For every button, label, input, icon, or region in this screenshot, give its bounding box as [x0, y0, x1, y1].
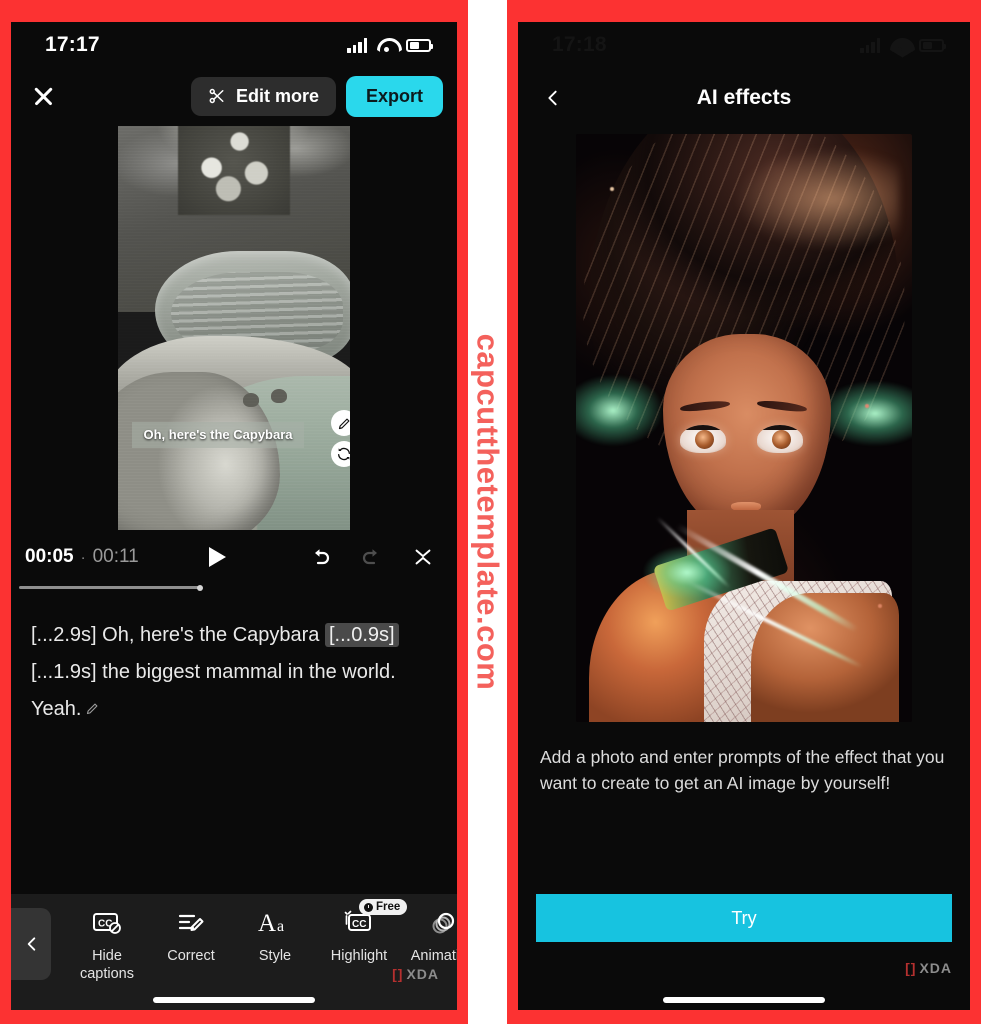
scissors-icon	[209, 88, 224, 104]
redo-icon	[362, 549, 377, 565]
video-preview-area: Oh, here's the Capybara	[11, 124, 457, 536]
right-phone-frame: 17:18 AI effects Add a photo and enter p…	[507, 0, 981, 1024]
tool-highlight[interactable]: Free CC Highlight	[317, 899, 408, 965]
capybara-video-frame-image	[118, 126, 350, 530]
status-clock: 17:17	[45, 33, 100, 56]
time-separator: ·	[80, 548, 86, 566]
transcript-ts-1: [...2.9s]	[31, 624, 97, 646]
xda-bracket: []	[905, 960, 917, 976]
refresh-icon	[338, 447, 350, 461]
transcript-text-2: the biggest mammal in the world.	[102, 661, 396, 683]
ai-effects-header: AI effects	[518, 68, 970, 128]
play-icon[interactable]	[208, 547, 226, 567]
xda-label: XDA	[919, 960, 952, 976]
video-frame[interactable]: Oh, here's the Capybara	[118, 126, 350, 530]
clock-icon	[364, 902, 373, 912]
tool-label-line-1: Hide	[92, 948, 122, 964]
xda-watermark: [] XDA	[392, 966, 439, 982]
caption-toolbar: CC Hide captions Correct A a Style Free …	[11, 894, 457, 1010]
video-caption-overlay[interactable]: Oh, here's the Capybara	[132, 422, 304, 448]
pencil-icon	[338, 418, 349, 429]
caption-tool-buttons	[331, 410, 350, 467]
edit-more-label: Edit more	[235, 85, 319, 106]
tool-label: Correct	[167, 948, 215, 964]
battery-icon	[406, 38, 433, 52]
page-title: AI effects	[696, 86, 792, 109]
player-controls: 00:05 · 00:11	[11, 536, 457, 578]
tool-label: Hide captions	[80, 947, 134, 983]
svg-text:a: a	[277, 918, 284, 935]
transcript-line-2: [...1.9s] the biggest mammal in the worl…	[31, 654, 439, 691]
tool-animation[interactable]: Animation	[401, 908, 457, 965]
chevron-left-icon	[547, 90, 557, 106]
toolbar-back-button[interactable]	[11, 908, 51, 980]
xda-bracket: []	[392, 966, 404, 982]
tool-label: Animation	[410, 948, 457, 964]
free-badge-label: Free	[376, 901, 401, 913]
cellular-signal-icon	[860, 37, 880, 53]
animation-rings-icon	[427, 908, 457, 938]
left-phone-frame: 17:17 Edit more Export Oh, here's the Ca…	[0, 0, 468, 1024]
transcript-line-1: [...2.9s] Oh, here's the Capybara [...0.…	[31, 617, 439, 654]
xda-label: XDA	[406, 966, 439, 982]
svg-text:A: A	[258, 910, 276, 936]
scrubber-handle[interactable]	[197, 584, 204, 591]
battery-icon	[919, 38, 946, 52]
tool-label: Highlight	[330, 948, 388, 964]
transcript-text-3: Yeah.	[31, 698, 82, 720]
cellular-signal-icon	[347, 37, 367, 53]
correct-edit-icon	[177, 908, 205, 938]
transcript-text-1: Oh, here's the Capybara	[102, 624, 320, 646]
ai-effect-preview-area	[518, 128, 970, 722]
site-watermark: capcutthetemplate.com	[468, 0, 507, 1024]
wifi-icon	[890, 38, 909, 52]
home-indicator	[663, 997, 825, 1003]
transcript-ts-2: [...1.9s]	[31, 661, 97, 683]
left-status-bar: 17:17	[11, 22, 457, 68]
tool-label-line-2: captions	[79, 966, 134, 983]
tool-hide-captions[interactable]: CC Hide captions	[65, 908, 149, 983]
left-top-action-bar: Edit more Export	[11, 68, 457, 124]
chevron-left-icon	[27, 937, 35, 951]
total-time: 00:11	[92, 546, 139, 567]
edit-more-button[interactable]: Edit more	[190, 76, 336, 116]
right-status-bar: 17:18	[518, 22, 970, 68]
ai-effects-description: Add a photo and enter prompts of the eff…	[540, 747, 945, 794]
video-caption-text: Oh, here's the Capybara	[143, 427, 293, 442]
svg-text:CC: CC	[352, 919, 366, 930]
wifi-icon	[377, 38, 396, 52]
home-indicator	[153, 997, 315, 1003]
left-phone-screen: 17:17 Edit more Export Oh, here's the Ca…	[11, 22, 457, 1010]
current-time: 00:05	[25, 546, 74, 567]
status-icons	[347, 37, 433, 53]
undo-icon[interactable]	[307, 545, 333, 569]
transcript-chip-1[interactable]: [...0.9s]	[325, 623, 399, 647]
status-icons	[860, 37, 946, 53]
regenerate-caption-button[interactable]	[331, 441, 350, 467]
tool-correct[interactable]: Correct	[149, 908, 233, 965]
screenshot-root: 17:17 Edit more Export Oh, here's the Ca…	[0, 0, 981, 1024]
xda-watermark: [] XDA	[905, 960, 952, 976]
font-style-icon: A a	[258, 908, 292, 938]
close-icon[interactable]	[21, 74, 65, 118]
tool-style[interactable]: A a Style	[233, 908, 317, 965]
collapse-icon[interactable]	[411, 546, 435, 568]
status-clock: 17:18	[552, 33, 607, 56]
transcript-panel[interactable]: [...2.9s] Oh, here's the Capybara [...0.…	[11, 589, 457, 728]
player-right-controls	[307, 545, 435, 569]
cc-hidden-icon: CC	[92, 908, 122, 938]
transcript-line-3: Yeah.	[31, 691, 439, 728]
ai-effect-preview-image[interactable]	[576, 134, 912, 722]
try-button[interactable]: Try	[536, 894, 952, 942]
timeline-scrubber[interactable]	[19, 584, 451, 591]
scrubber-progress	[19, 586, 201, 589]
tool-label: Style	[258, 948, 292, 964]
pencil-icon[interactable]	[85, 701, 100, 716]
edit-caption-button[interactable]	[331, 410, 350, 436]
export-button[interactable]: Export	[345, 75, 443, 117]
back-button[interactable]	[534, 80, 570, 116]
right-phone-screen: 17:18 AI effects Add a photo and enter p…	[518, 22, 970, 1010]
site-watermark-text: capcutthetemplate.com	[470, 333, 506, 691]
